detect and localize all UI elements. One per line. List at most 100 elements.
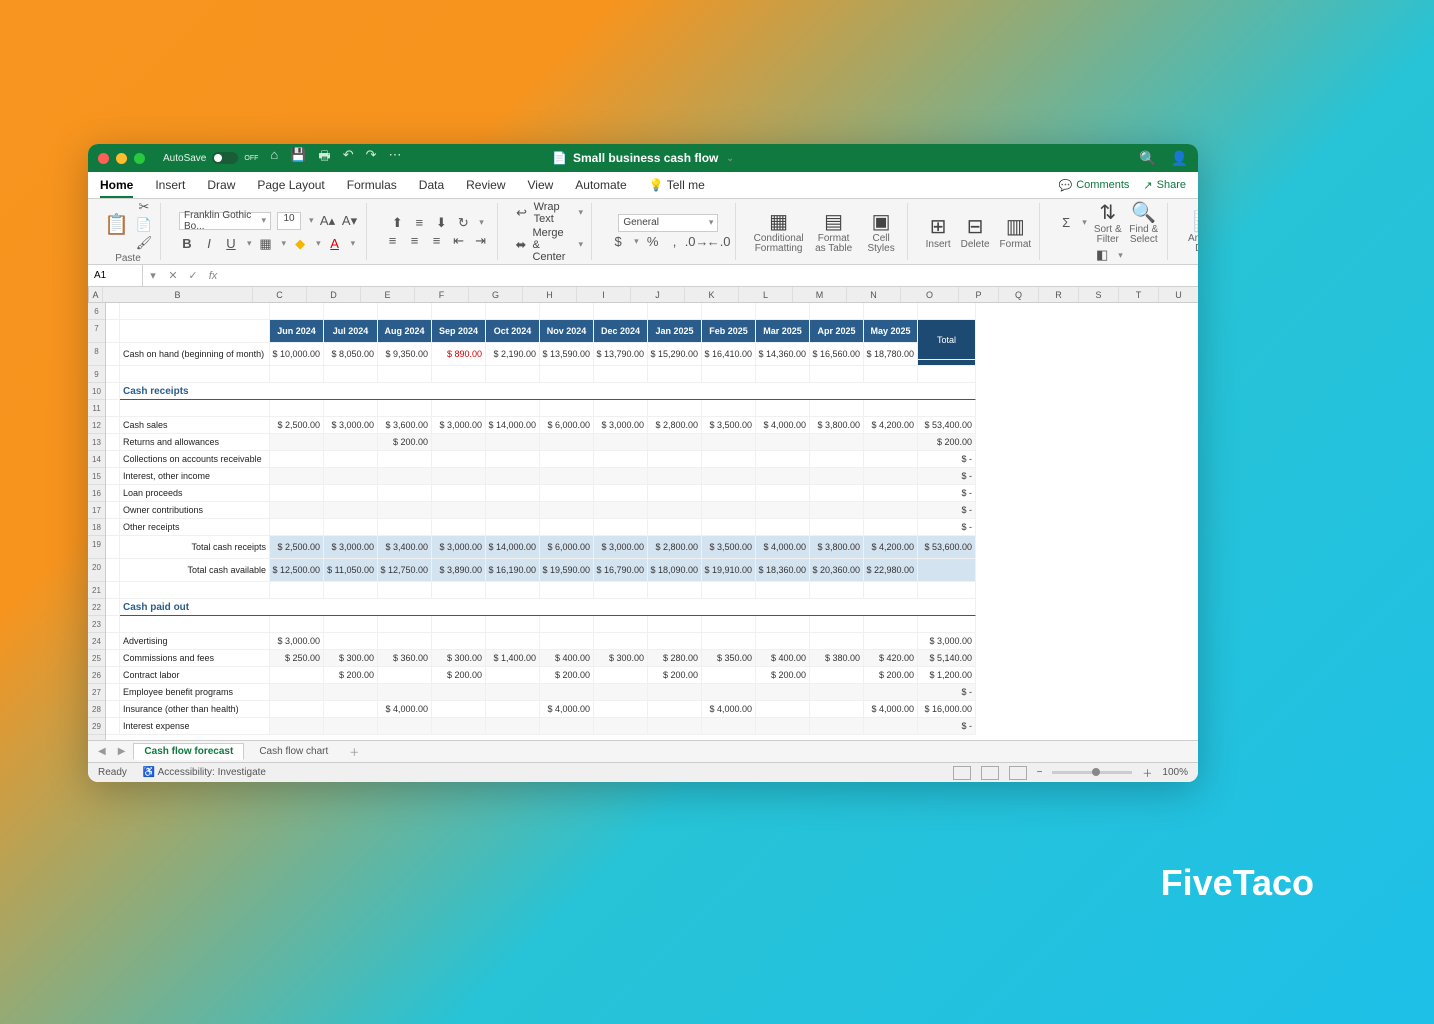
cell[interactable] (594, 434, 648, 451)
col-header-G[interactable]: G (469, 287, 523, 302)
cell[interactable]: $ 4,000.00 (702, 701, 756, 718)
cell[interactable] (432, 451, 486, 468)
cell[interactable] (864, 400, 918, 417)
comments-button[interactable]: 💬 Comments (1059, 179, 1130, 192)
cell[interactable] (540, 616, 594, 633)
cell[interactable] (540, 502, 594, 519)
tab-page-layout[interactable]: Page Layout (257, 178, 324, 192)
cell[interactable]: $ 200.00 (378, 434, 432, 451)
cell[interactable] (540, 451, 594, 468)
tab-data[interactable]: Data (419, 178, 444, 192)
font-color-icon[interactable]: A (327, 236, 343, 252)
cell[interactable] (594, 616, 648, 633)
cell[interactable]: Jan 2025 (648, 320, 702, 343)
cell[interactable] (324, 718, 378, 735)
cell[interactable]: Cash paid out (120, 599, 976, 616)
cell[interactable] (270, 684, 324, 701)
cell[interactable] (702, 468, 756, 485)
cell[interactable]: $ 53,600.00 (918, 536, 976, 559)
autosum-icon[interactable]: Σ (1058, 215, 1074, 231)
cell[interactable]: $ 3,000.00 (432, 417, 486, 434)
cell[interactable] (486, 451, 540, 468)
cell[interactable] (864, 718, 918, 735)
tab-tell-me[interactable]: 💡 Tell me (649, 178, 705, 192)
cell[interactable] (486, 400, 540, 417)
cell[interactable]: $ 280.00 (648, 650, 702, 667)
cell[interactable] (702, 303, 756, 320)
cell[interactable] (432, 718, 486, 735)
cell[interactable]: $ 3,500.00 (702, 536, 756, 559)
cell[interactable] (378, 366, 432, 383)
cell[interactable] (106, 303, 120, 320)
cell[interactable]: $ 16,190.00 (486, 559, 540, 582)
cell[interactable]: $ 3,000.00 (324, 417, 378, 434)
cell[interactable] (324, 519, 378, 536)
cell[interactable]: $ 19,910.00 (702, 559, 756, 582)
cell[interactable] (756, 434, 810, 451)
save-icon[interactable]: 💾 (290, 147, 306, 169)
cell[interactable] (810, 485, 864, 502)
row-header-24[interactable]: 24 (88, 633, 105, 650)
row-header-11[interactable]: 11 (88, 400, 105, 417)
cell[interactable]: $ 890.00 (432, 343, 486, 366)
cell[interactable] (432, 400, 486, 417)
document-title[interactable]: 📄 Small business cash flow ⌄ (552, 151, 734, 165)
row-header-7[interactable]: 7 (88, 320, 105, 343)
cell[interactable] (270, 400, 324, 417)
cell[interactable]: $ 3,000.00 (594, 536, 648, 559)
cell[interactable]: $ 14,360.00 (756, 343, 810, 366)
cell[interactable] (106, 582, 120, 599)
cell[interactable] (540, 519, 594, 536)
cell[interactable] (378, 400, 432, 417)
toggle-switch[interactable] (212, 152, 238, 164)
cell[interactable] (106, 400, 120, 417)
cell[interactable]: $ - (918, 485, 976, 502)
cell[interactable] (756, 616, 810, 633)
cell[interactable] (756, 485, 810, 502)
cell[interactable]: Apr 2025 (810, 320, 864, 343)
cell[interactable] (378, 684, 432, 701)
cell[interactable]: $ 4,000.00 (864, 701, 918, 718)
cell[interactable]: $ 300.00 (432, 650, 486, 667)
cell[interactable] (648, 303, 702, 320)
cell[interactable]: $ 11,050.00 (324, 559, 378, 582)
cell[interactable] (540, 468, 594, 485)
cell[interactable] (594, 451, 648, 468)
undo-icon[interactable]: ↶ (343, 147, 354, 169)
spreadsheet-grid[interactable]: 6789101112131415161718192021222324252627… (88, 303, 1198, 740)
cell[interactable] (810, 684, 864, 701)
cell[interactable]: Dec 2024 (594, 320, 648, 343)
cell[interactable]: $ - (918, 684, 976, 701)
cell[interactable] (120, 582, 270, 599)
decrease-font-icon[interactable]: A▾ (342, 213, 358, 229)
zoom-level[interactable]: 100% (1162, 767, 1188, 778)
cell[interactable] (432, 485, 486, 502)
cell[interactable] (432, 468, 486, 485)
row-header-10[interactable]: 10 (88, 383, 105, 400)
align-center-icon[interactable]: ≡ (407, 233, 423, 249)
cell[interactable] (486, 633, 540, 650)
cell[interactable] (540, 366, 594, 383)
cell[interactable] (702, 400, 756, 417)
cell[interactable] (106, 366, 120, 383)
cell[interactable] (702, 684, 756, 701)
cell[interactable]: Nov 2024 (540, 320, 594, 343)
cell[interactable]: $ 2,190.00 (486, 343, 540, 366)
cell[interactable] (432, 701, 486, 718)
cell[interactable] (378, 502, 432, 519)
cell[interactable] (432, 519, 486, 536)
cell[interactable]: $ - (918, 502, 976, 519)
cell[interactable] (648, 582, 702, 599)
cell[interactable]: $ 6,000.00 (540, 536, 594, 559)
view-page-layout-button[interactable] (981, 766, 999, 780)
row-header-29[interactable]: 29 (88, 718, 105, 735)
cell[interactable] (106, 417, 120, 434)
cell[interactable] (324, 633, 378, 650)
cell[interactable] (324, 366, 378, 383)
cell[interactable]: $ 380.00 (810, 650, 864, 667)
row-header-12[interactable]: 12 (88, 417, 105, 434)
cell[interactable] (702, 667, 756, 684)
cell[interactable] (810, 451, 864, 468)
cell[interactable] (486, 667, 540, 684)
cell[interactable] (486, 303, 540, 320)
